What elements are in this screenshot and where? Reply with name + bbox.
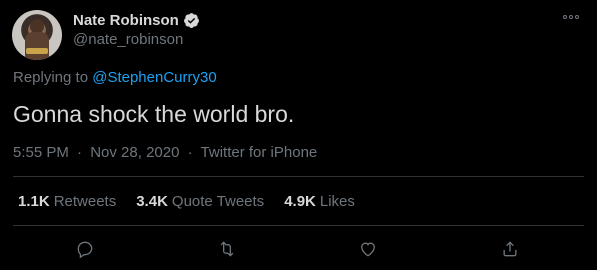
stat-value: 3.4K xyxy=(136,193,168,210)
stat-value: 4.9K xyxy=(284,193,316,210)
divider xyxy=(13,225,584,226)
reply-button[interactable] xyxy=(73,237,97,261)
tweet-source[interactable]: Twitter for iPhone xyxy=(201,144,318,161)
more-dot xyxy=(569,15,573,19)
replying-to-line: Replying to @StephenCurry30 xyxy=(13,69,217,86)
engagement-stats: 1.1K Retweets 3.4K Quote Tweets 4.9K Likes xyxy=(18,193,355,210)
like-icon xyxy=(361,242,375,257)
stat-label: Likes xyxy=(319,193,355,210)
divider xyxy=(13,176,584,177)
tweet-actions xyxy=(0,237,597,265)
quote-tweets-stat[interactable]: 3.4K Quote Tweets xyxy=(136,193,264,210)
like-button[interactable] xyxy=(356,237,380,261)
stat-label: Quote Tweets xyxy=(171,193,265,210)
share-button[interactable] xyxy=(498,237,522,261)
retweets-stat[interactable]: 1.1K Retweets xyxy=(18,193,116,210)
tweet-time[interactable]: 5:55 PM xyxy=(13,144,69,161)
replying-to-prefix: Replying to xyxy=(13,69,89,86)
stat-value: 1.1K xyxy=(18,193,50,210)
more-options-icon[interactable] xyxy=(563,14,579,20)
retweet-icon xyxy=(220,241,234,257)
avatar-belt xyxy=(26,48,48,54)
avatar[interactable] xyxy=(12,10,62,60)
retweet-button[interactable] xyxy=(215,237,239,261)
verified-badge-icon xyxy=(183,13,199,28)
tweet-meta: 5:55 PM · Nov 28, 2020 · Twitter for iPh… xyxy=(13,144,317,161)
author-handle[interactable]: @nate_robinson xyxy=(73,31,183,48)
meta-separator: · xyxy=(77,144,83,161)
avatar-torso xyxy=(25,32,49,60)
likes-stat[interactable]: 4.9K Likes xyxy=(284,193,355,210)
share-icon xyxy=(503,241,517,257)
author-name-row: Nate Robinson xyxy=(73,12,200,29)
tweet-date[interactable]: Nov 28, 2020 xyxy=(90,144,179,161)
reply-icon xyxy=(77,241,93,259)
display-name[interactable]: Nate Robinson xyxy=(73,12,179,29)
more-dot xyxy=(575,15,579,19)
replying-to-mention[interactable]: @StephenCurry30 xyxy=(92,69,216,86)
meta-separator: · xyxy=(187,144,193,161)
tweet-text: Gonna shock the world bro. xyxy=(13,101,295,127)
stat-label: Retweets xyxy=(53,193,117,210)
more-dot xyxy=(563,15,567,19)
